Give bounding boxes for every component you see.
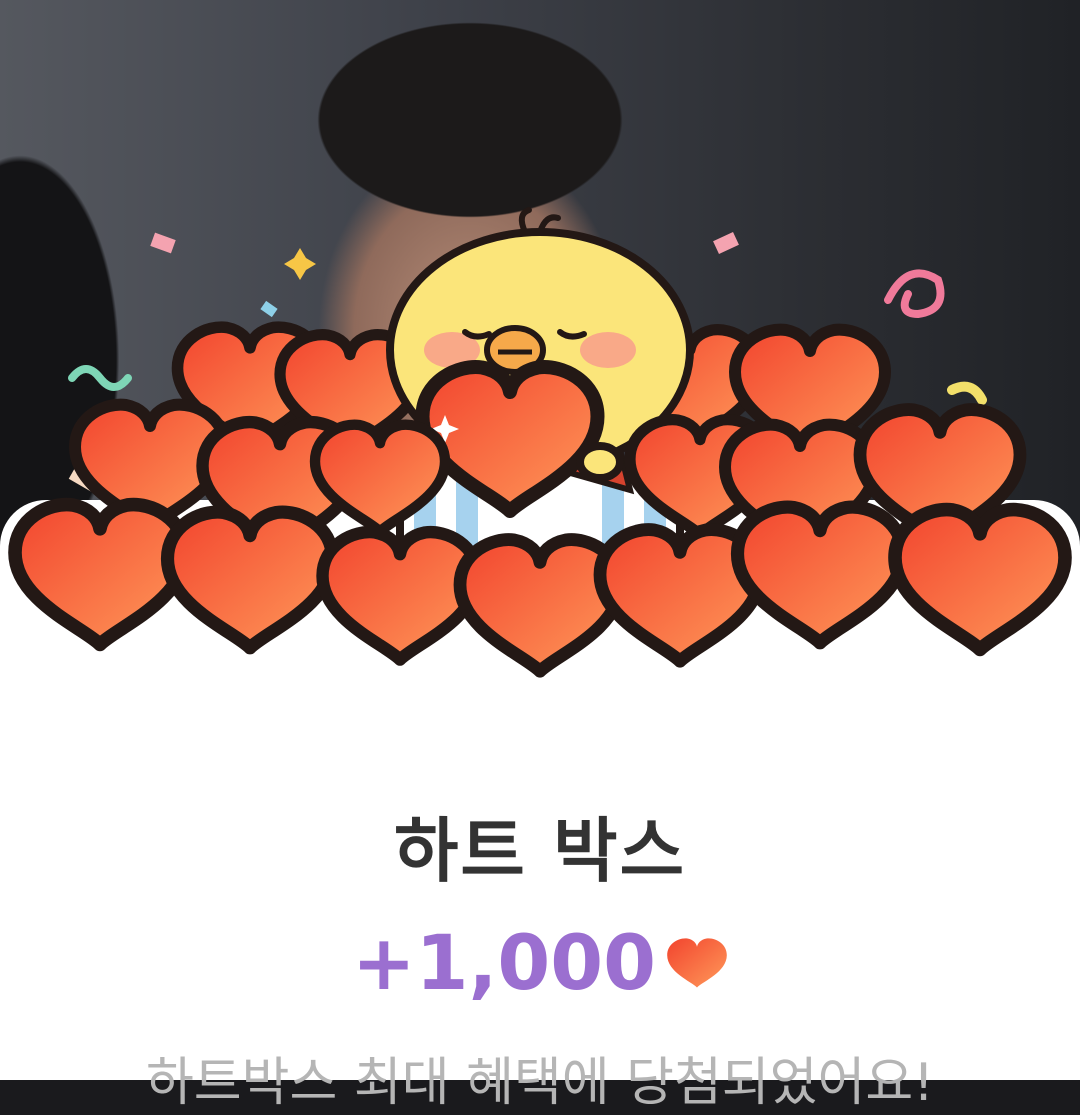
heart-box-illustration bbox=[0, 207, 1080, 720]
reward-description: 하트박스 최대 혜택에 당첨되었어요! bbox=[145, 1053, 935, 1113]
reward-amount-row: +1,000 bbox=[0, 918, 1080, 1007]
reward-title: 하트 박스 bbox=[394, 810, 686, 892]
reward-amount: +1,000 bbox=[351, 918, 657, 1007]
heart-icon bbox=[666, 934, 728, 992]
